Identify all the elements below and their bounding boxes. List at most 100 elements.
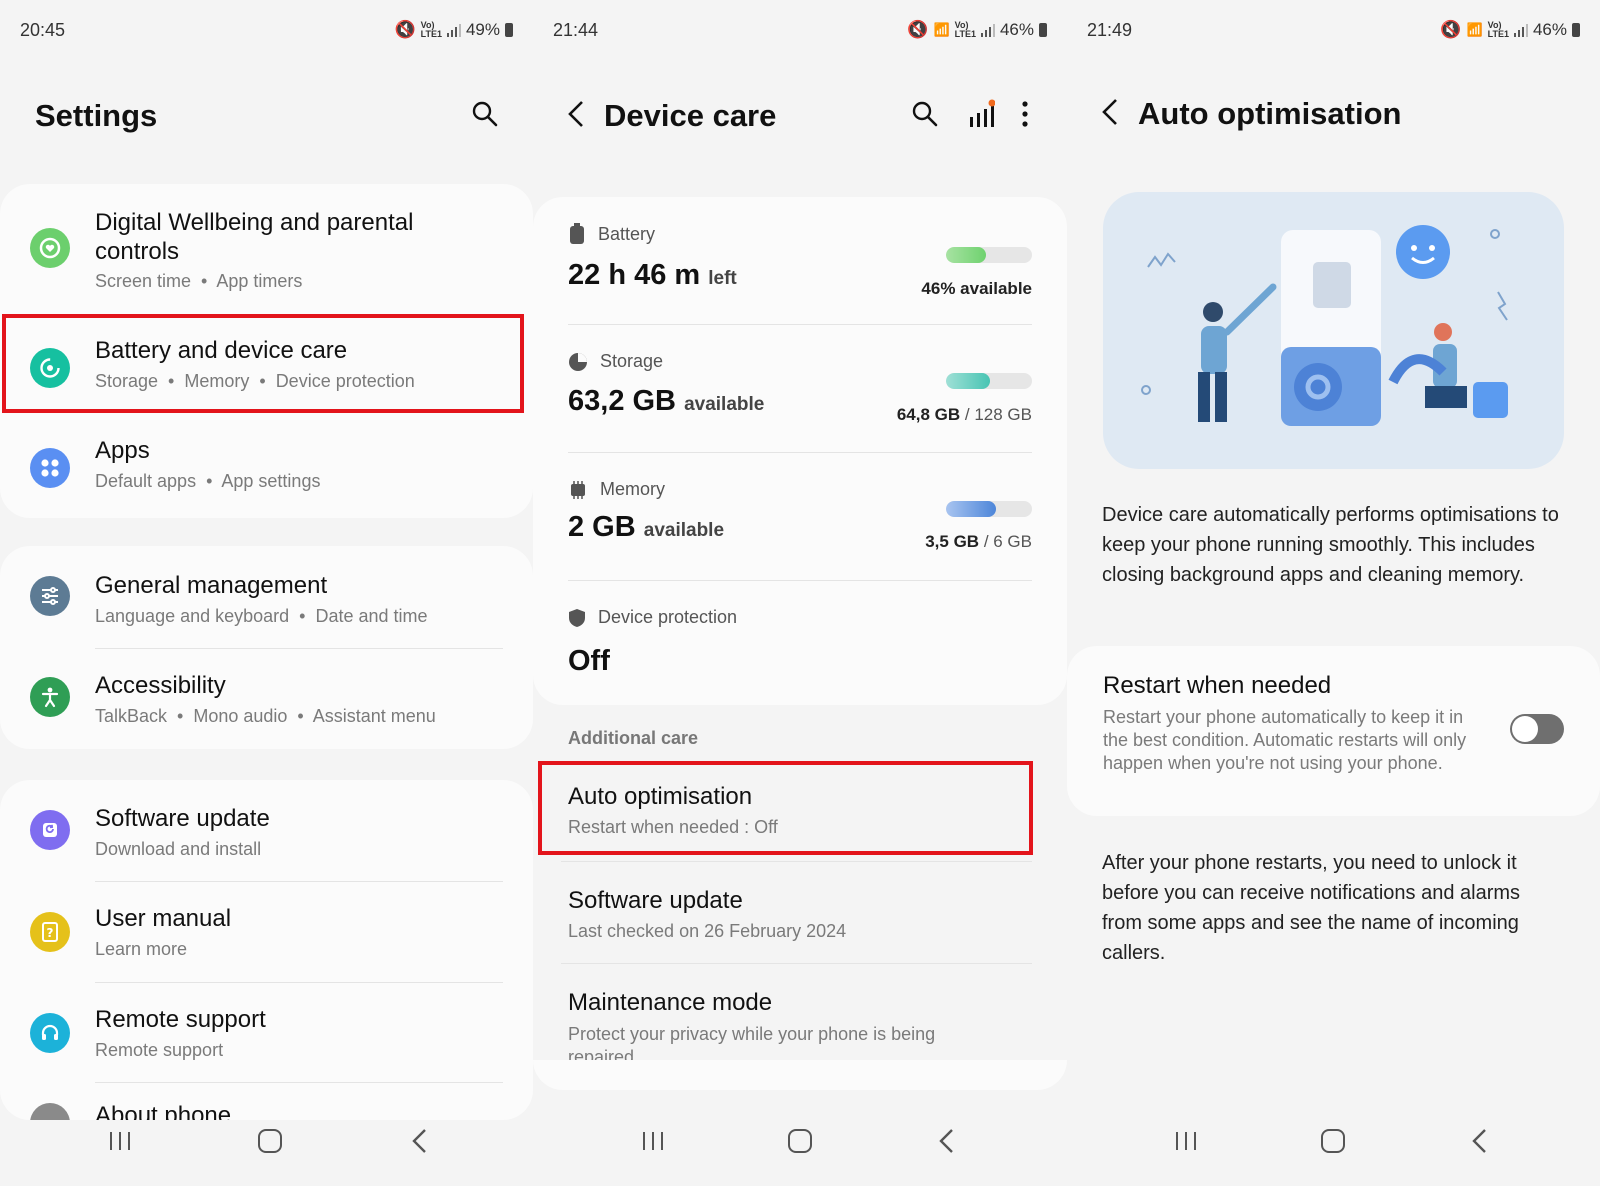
settings-item-general-management[interactable]: General management Language and keyboard… <box>0 546 533 646</box>
search-icon[interactable] <box>907 96 943 132</box>
volte-icon: Vo) LTE1 <box>1487 20 1509 39</box>
apps-icon <box>30 448 70 488</box>
battery-percent: 46% <box>1532 20 1567 39</box>
settings-item-user-manual[interactable]: ? User manual Learn more <box>0 882 533 982</box>
status-bar: 20:45 🔇 Vo) LTE1 49% <box>20 20 513 44</box>
highlight-box <box>2 314 524 413</box>
device-protection-section[interactable]: Device protection Off <box>533 581 1067 705</box>
device-care-screen: 21:44 🔇 📶 Vo) LTE1 46% Device care Batter… <box>533 0 1067 1186</box>
wellbeing-icon <box>30 228 70 268</box>
wifi-icon: 📶 <box>1466 22 1483 37</box>
settings-item-digital-wellbeing[interactable]: Digital Wellbeing and parental controls … <box>0 184 533 312</box>
restart-title: Restart when needed <box>1103 672 1332 699</box>
navigation-bar <box>533 1121 1067 1161</box>
status-bar: 21:44 🔇 📶 Vo) LTE1 46% <box>553 20 1047 44</box>
memory-usage: 3,5 GB / 6 GB <box>925 532 1032 551</box>
search-icon[interactable] <box>467 96 503 132</box>
back-button[interactable] <box>917 1121 977 1161</box>
protection-value: Off <box>568 645 610 677</box>
page-title: Auto optimisation <box>1138 96 1402 131</box>
headset-icon <box>30 1013 70 1053</box>
home-button[interactable] <box>240 1121 300 1161</box>
user-manual-icon: ? <box>30 912 70 952</box>
settings-item-accessibility[interactable]: Accessibility TalkBack • Mono audio • As… <box>0 649 533 749</box>
memory-progress <box>946 501 1032 517</box>
recents-button[interactable] <box>623 1121 683 1161</box>
settings-screen: 20:45 🔇 Vo) LTE1 49% Settings Digital Wel… <box>0 0 533 1186</box>
item-title: User manual <box>95 905 232 932</box>
status-time: 21:49 <box>1087 20 1133 40</box>
svg-text:?: ? <box>47 926 54 940</box>
back-button[interactable] <box>390 1121 450 1161</box>
recents-button[interactable] <box>1156 1121 1216 1161</box>
mute-icon: 🔇 <box>907 20 929 39</box>
battery-progress <box>946 247 1032 263</box>
diagnostics-icon[interactable] <box>963 96 999 132</box>
item-title: Maintenance mode <box>568 989 773 1016</box>
battery-value: 22 h 46 m left <box>568 259 737 291</box>
storage-section[interactable]: Storage 63,2 GB available 64,8 GB / 128 … <box>533 325 1067 453</box>
settings-item-remote-support[interactable]: Remote support Remote support <box>0 983 533 1083</box>
back-button[interactable] <box>1450 1121 1510 1161</box>
back-arrow-icon[interactable] <box>558 96 594 132</box>
navigation-bar <box>0 1121 533 1161</box>
auto-optimisation-screen: 21:49 🔇 📶 Vo)LTE1 46% Auto optimisation <box>1067 0 1600 1186</box>
sliders-icon <box>30 576 70 616</box>
volte-icon: Vo) LTE1 <box>954 20 976 39</box>
item-subtitle: Last checked on 26 February 2024 <box>568 921 847 941</box>
item-title: Software update <box>568 887 743 914</box>
memory-icon <box>571 480 585 499</box>
item-subtitle: TalkBack • Mono audio • Assistant menu <box>95 706 436 726</box>
more-options-icon[interactable] <box>1007 96 1043 132</box>
home-button[interactable] <box>770 1121 830 1161</box>
battery-icon <box>505 23 513 37</box>
battery-section[interactable]: Battery 22 h 46 m left 46% available <box>533 197 1067 325</box>
item-subtitle: Screen time • App timers <box>95 271 303 291</box>
wifi-icon: 📶 <box>933 22 950 37</box>
battery-available: 46% available <box>921 279 1032 298</box>
page-title: Device care <box>604 98 777 133</box>
settings-item-software-update[interactable]: Software update Download and install <box>0 780 533 880</box>
item-subtitle: Learn more <box>95 939 188 959</box>
item-title: Digital Wellbeing and parental controls <box>95 209 414 265</box>
battery-icon <box>1039 23 1047 37</box>
mute-icon: 🔇 <box>1440 20 1462 39</box>
settings-card-3: Software update Download and install ? U… <box>0 780 533 1120</box>
memory-label: Memory <box>600 479 666 499</box>
settings-item-about-phone[interactable]: About phone <box>0 1083 533 1120</box>
settings-item-apps[interactable]: Apps Default apps • App settings <box>0 412 533 516</box>
status-bar: 21:49 🔇 📶 Vo) LTE1 46% <box>1087 20 1580 44</box>
software-update-icon <box>30 810 70 850</box>
restart-subtitle: Restart your phone automatically to keep… <box>1103 707 1467 773</box>
item-title: About phone <box>95 1102 232 1120</box>
item-title: Accessibility <box>95 672 226 699</box>
volte-icon: Vo) LTE1 <box>420 20 442 39</box>
restart-when-needed-card[interactable]: Restart when needed Restart your phone a… <box>1067 646 1600 816</box>
restart-note: After your phone restarts, you need to u… <box>1102 852 1521 964</box>
storage-value: 63,2 GB available <box>568 385 765 417</box>
page-title: Settings <box>35 98 158 133</box>
recents-button[interactable] <box>90 1121 150 1161</box>
navigation-bar <box>1067 1121 1600 1161</box>
auto-optimisation-illustration <box>1103 192 1564 469</box>
settings-card-2: General management Language and keyboard… <box>0 546 533 749</box>
highlight-box <box>538 761 1033 855</box>
status-time: 20:45 <box>20 20 66 40</box>
signal-icon <box>980 23 995 37</box>
toggle-knob <box>1512 716 1538 742</box>
mute-icon: 🔇 <box>394 20 416 39</box>
item-subtitle: Default apps • App settings <box>95 471 321 491</box>
item-title: Remote support <box>95 1006 266 1033</box>
storage-progress <box>946 373 1032 389</box>
storage-icon <box>569 352 587 371</box>
battery-percent: 46% <box>999 20 1034 39</box>
memory-section[interactable]: Memory 2 GB available 3,5 GB / 6 GB <box>533 453 1067 581</box>
software-update-item[interactable]: Software update Last checked on 26 Febru… <box>533 862 1067 962</box>
item-title: Apps <box>95 437 150 464</box>
item-title: Software update <box>95 805 270 832</box>
back-arrow-icon[interactable] <box>1092 94 1128 130</box>
accessibility-icon <box>30 677 70 717</box>
item-title: General management <box>95 572 328 599</box>
restart-toggle[interactable] <box>1510 714 1564 744</box>
home-button[interactable] <box>1303 1121 1363 1161</box>
